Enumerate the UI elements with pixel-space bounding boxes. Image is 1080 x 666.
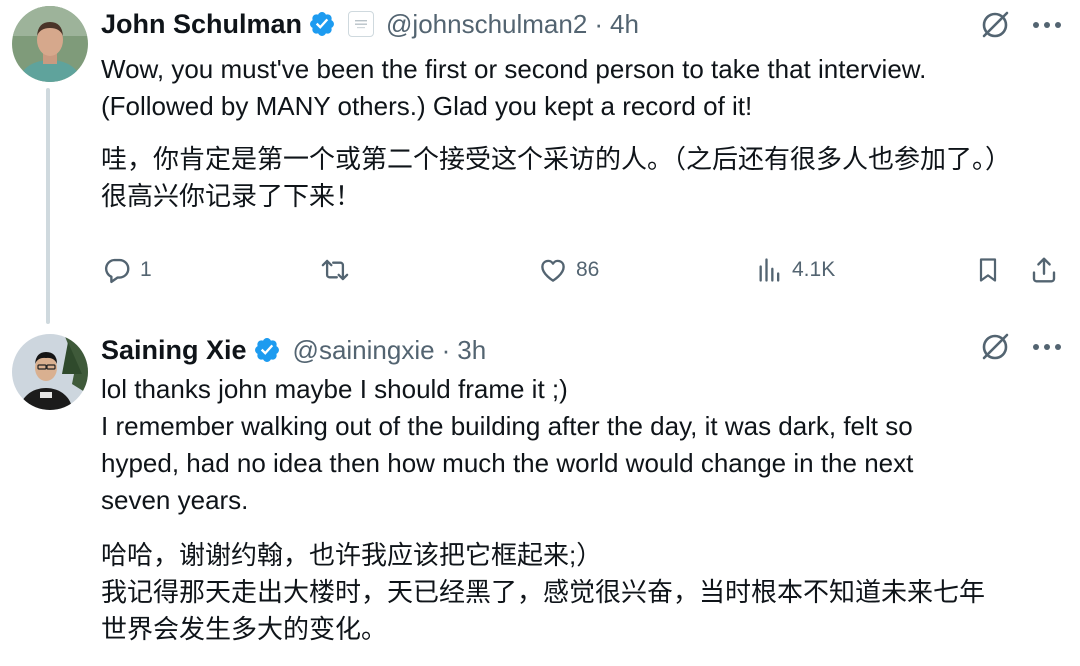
text-line: 世界会发生多大的变化。	[101, 614, 388, 644]
text-line: 哇，你肯定是第一个或第二个接受这个采访的人。（之后还有很多人也参加了。）	[101, 144, 1012, 174]
views-button[interactable]: 4.1K	[756, 248, 835, 292]
verified-badge-icon[interactable]	[308, 10, 336, 38]
text-line: hyped, had no idea then how much the wor…	[101, 448, 914, 478]
author-handle[interactable]: @johnschulman2	[386, 9, 587, 40]
tweet-action-bar: 1 86 4.1K	[0, 248, 1080, 292]
text-line: Wow, you must've been the first or secon…	[101, 54, 927, 84]
timestamp[interactable]: 3h	[457, 335, 486, 366]
text-line: 哈哈，谢谢约翰，也许我应该把它框起来;）	[101, 540, 603, 570]
reply-button[interactable]: 1	[102, 248, 152, 292]
tweet-text-chinese: 哈哈，谢谢约翰，也许我应该把它框起来;） 我记得那天走出大楼时，天已经黑了，感觉…	[101, 537, 1061, 648]
separator-dot: ·	[594, 8, 603, 39]
reply-icon	[102, 255, 132, 285]
tweet-john-schulman[interactable]: John Schulman @johnschulman2 · 4h Wow, y…	[0, 0, 1080, 324]
tweet-corner-actions	[978, 8, 1064, 42]
author-name[interactable]: John Schulman	[101, 9, 302, 40]
like-button[interactable]: 86	[538, 248, 599, 292]
retweet-button[interactable]	[318, 248, 360, 292]
separator-dot: ·	[441, 334, 451, 365]
text-line: I remember walking out of the building a…	[101, 411, 913, 441]
tweet-header: Saining Xie @sainingxie · 3h	[101, 330, 486, 370]
like-icon	[538, 255, 568, 285]
text-line: 很高兴你记录了下来！	[101, 181, 362, 211]
retweet-icon	[318, 255, 352, 285]
grok-icon[interactable]	[978, 330, 1012, 364]
more-icon[interactable]	[1030, 330, 1064, 364]
tweet-text-chinese: 哇，你肯定是第一个或第二个接受这个采访的人。（之后还有很多人也参加了。） 很高兴…	[101, 141, 1061, 215]
more-icon[interactable]	[1030, 8, 1064, 42]
tweet-header: John Schulman @johnschulman2 · 4h	[101, 4, 639, 44]
avatar[interactable]	[12, 334, 88, 410]
text-line: 我记得那天走出大楼时，天已经黑了，感觉很兴奋，当时根本不知道未来七年	[101, 577, 986, 607]
avatar[interactable]	[12, 6, 88, 82]
timestamp[interactable]: 4h	[610, 9, 639, 40]
share-icon	[1029, 254, 1059, 286]
text-line: seven years.	[101, 485, 249, 515]
share-button[interactable]	[1029, 248, 1059, 292]
tweet-text-english: Wow, you must've been the first or secon…	[101, 51, 1061, 125]
bookmark-button[interactable]	[974, 248, 1002, 292]
tweet-corner-actions	[978, 330, 1064, 364]
verified-badge-icon[interactable]	[253, 336, 281, 364]
like-count: 86	[576, 258, 600, 281]
tweet-text-english: lol thanks john maybe I should frame it …	[101, 371, 1061, 519]
author-handle[interactable]: @sainingxie	[293, 335, 435, 366]
author-name[interactable]: Saining Xie	[101, 335, 247, 366]
reply-count: 1	[140, 258, 152, 281]
views-count: 4.1K	[792, 258, 836, 281]
views-icon	[756, 255, 784, 285]
affiliate-badge-icon[interactable]	[348, 11, 375, 37]
text-line: (Followed by MANY others.) Glad you kept…	[101, 91, 753, 121]
bookmark-icon	[974, 254, 1002, 286]
text-line: lol thanks john maybe I should frame it …	[101, 374, 568, 404]
grok-icon[interactable]	[978, 8, 1012, 42]
